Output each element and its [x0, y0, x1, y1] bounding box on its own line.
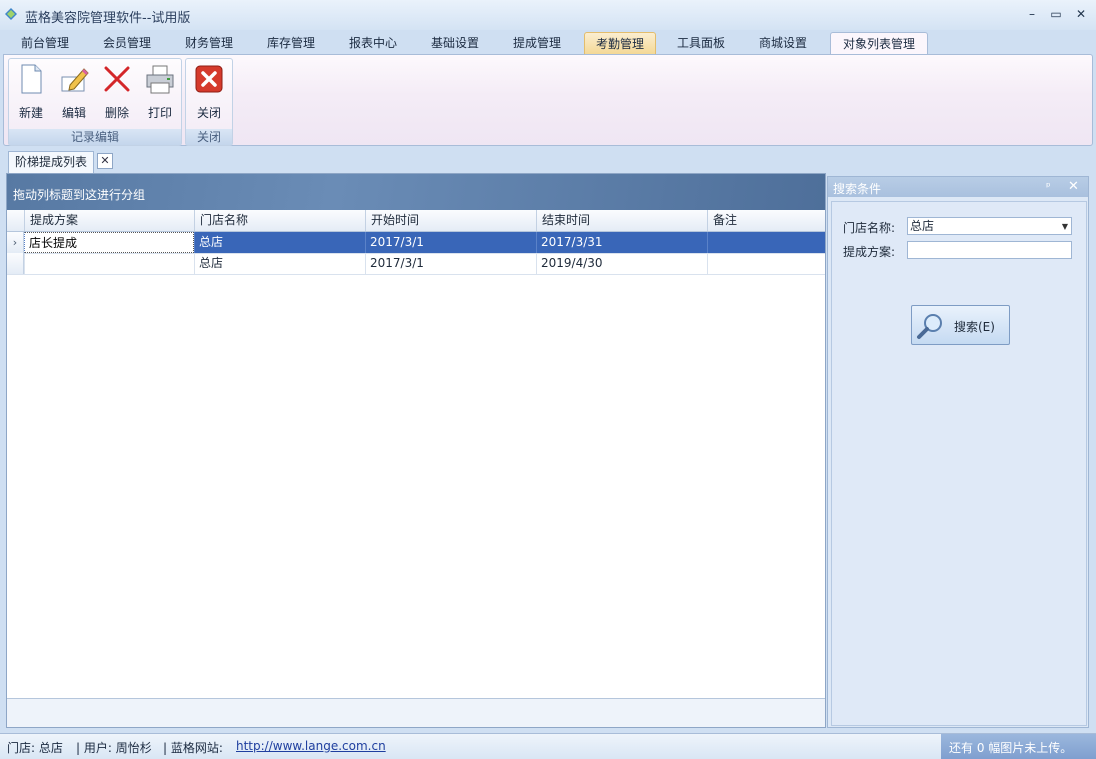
edit-pencil-icon	[61, 68, 89, 92]
column-header-scheme[interactable]: 提成方案	[24, 210, 194, 231]
data-grid: 拖动列标题到这进行分组 提成方案 门店名称 开始时间 结束时间 备注 › 店长提…	[6, 173, 826, 728]
search-panel-body: 门店名称: 总店 ▼ 提成方案: 搜索(E)	[831, 201, 1087, 726]
store-label: 门店名称:	[843, 221, 896, 235]
cell-note[interactable]	[707, 232, 825, 253]
status-user: | 用户: 周怡杉	[76, 741, 152, 755]
chevron-down-icon[interactable]: ▼	[1062, 219, 1068, 235]
doc-tab-close-icon[interactable]: ✕	[97, 153, 113, 169]
doc-tab-tiered-commission[interactable]: 阶梯提成列表	[8, 151, 95, 173]
cell-start[interactable]: 2017/3/1	[365, 253, 536, 274]
group-close: 关闭 关闭	[185, 58, 233, 146]
group-label-close: 关闭	[186, 129, 232, 145]
search-panel-title: 搜索条件	[833, 182, 882, 196]
tab-reports[interactable]: 报表中心	[340, 32, 406, 54]
app-icon	[5, 8, 17, 20]
row-indicator-icon: ›	[7, 232, 24, 253]
delete-x-icon	[104, 66, 130, 92]
tab-inventory[interactable]: 库存管理	[258, 32, 324, 54]
search-button-label: 搜索(E)	[954, 320, 995, 334]
upload-status-panel: 还有 0 幅图片未上传。	[941, 734, 1096, 759]
search-button[interactable]: 搜索(E)	[911, 305, 1010, 345]
close-label: 关闭	[196, 106, 221, 120]
print-button[interactable]: 打印	[140, 63, 180, 120]
group-by-hint: 拖动列标题到这进行分组	[13, 188, 146, 202]
tab-finance[interactable]: 财务管理	[176, 32, 242, 54]
cell-start[interactable]: 2017/3/1	[365, 232, 536, 253]
column-header-end[interactable]: 结束时间	[536, 210, 707, 231]
tab-commission[interactable]: 提成管理	[504, 32, 570, 54]
print-label: 打印	[147, 106, 172, 120]
tab-object-list[interactable]: 对象列表管理	[830, 32, 928, 55]
table-row[interactable]: 总店 2017/3/1 2019/4/30	[7, 253, 825, 275]
maximize-button[interactable]: ▭	[1046, 5, 1066, 23]
column-header-store[interactable]: 门店名称	[194, 210, 365, 231]
scheme-input[interactable]	[907, 241, 1072, 259]
grid-footer	[7, 698, 825, 727]
tab-mall-settings[interactable]: 商城设置	[750, 32, 816, 54]
edit-button[interactable]: 编辑	[54, 63, 94, 120]
upload-notice: 还有 0 幅图片未上传。	[949, 741, 1073, 755]
row-indicator	[7, 253, 24, 274]
cell-note[interactable]	[707, 253, 825, 274]
tab-members[interactable]: 会员管理	[94, 32, 160, 54]
status-site-label: | 蓝格网站:	[163, 741, 223, 755]
delete-button[interactable]: 删除	[97, 63, 137, 120]
group-label-record-edit: 记录编辑	[9, 129, 181, 145]
group-by-panel[interactable]: 拖动列标题到这进行分组	[7, 174, 825, 210]
status-bar: 门店: 总店 | 用户: 周怡杉 | 蓝格网站: http://www.lang…	[0, 733, 1096, 759]
cell-end[interactable]: 2019/4/30	[536, 253, 707, 274]
close-button[interactable]: ✕	[1071, 5, 1091, 23]
table-row[interactable]: › 店长提成 总店 2017/3/1 2017/3/31	[7, 232, 825, 254]
title-bar: 蓝格美容院管理软件--试用版 – ▭ ✕	[0, 0, 1096, 30]
ribbon-close-button[interactable]: 关闭	[189, 63, 229, 120]
store-select[interactable]: 总店 ▼	[907, 217, 1072, 235]
ribbon-panel: 新建 编辑 删除 打印 记录编辑 关闭 关闭	[3, 54, 1093, 146]
delete-label: 删除	[104, 106, 129, 120]
ribbon-tabs: 前台管理 会员管理 财务管理 库存管理 报表中心 基础设置 提成管理 考勤管理 …	[0, 30, 1096, 55]
grid-header: 提成方案 门店名称 开始时间 结束时间 备注	[7, 210, 825, 232]
website-link[interactable]: http://www.lange.com.cn	[236, 739, 386, 753]
cell-store[interactable]: 总店	[194, 232, 365, 253]
cell-scheme[interactable]: 店长提成	[24, 232, 194, 253]
new-label: 新建	[18, 106, 43, 120]
new-button[interactable]: 新建	[11, 63, 51, 120]
cell-scheme[interactable]	[24, 253, 194, 274]
tab-front-desk[interactable]: 前台管理	[12, 32, 78, 54]
search-panel: 搜索条件 ᵖ ✕ 门店名称: 总店 ▼ 提成方案: 搜索(E)	[827, 176, 1089, 728]
status-store: 门店: 总店	[7, 741, 63, 755]
header-indicator	[7, 210, 24, 231]
cell-end[interactable]: 2017/3/31	[536, 232, 707, 253]
close-red-icon	[195, 65, 223, 93]
store-select-value: 总店	[910, 219, 935, 233]
column-header-note[interactable]: 备注	[707, 210, 825, 231]
minimize-button[interactable]: –	[1022, 5, 1042, 23]
panel-close-icon[interactable]: ✕	[1068, 179, 1079, 194]
printer-icon	[146, 65, 174, 94]
pin-icon[interactable]: ᵖ	[1046, 180, 1051, 193]
edit-label: 编辑	[61, 106, 86, 120]
cell-store[interactable]: 总店	[194, 253, 365, 274]
tab-basic-settings[interactable]: 基础设置	[422, 32, 488, 54]
scheme-label: 提成方案:	[843, 245, 896, 259]
new-document-icon	[21, 64, 42, 94]
group-record-edit: 新建 编辑 删除 打印 记录编辑	[8, 58, 182, 146]
magnifier-icon	[917, 314, 942, 339]
window-title: 蓝格美容院管理软件--试用版	[25, 11, 191, 26]
tab-attendance[interactable]: 考勤管理	[584, 32, 656, 54]
search-panel-header: 搜索条件 ᵖ ✕	[828, 177, 1088, 197]
tab-tools[interactable]: 工具面板	[668, 32, 734, 54]
column-header-start[interactable]: 开始时间	[365, 210, 536, 231]
